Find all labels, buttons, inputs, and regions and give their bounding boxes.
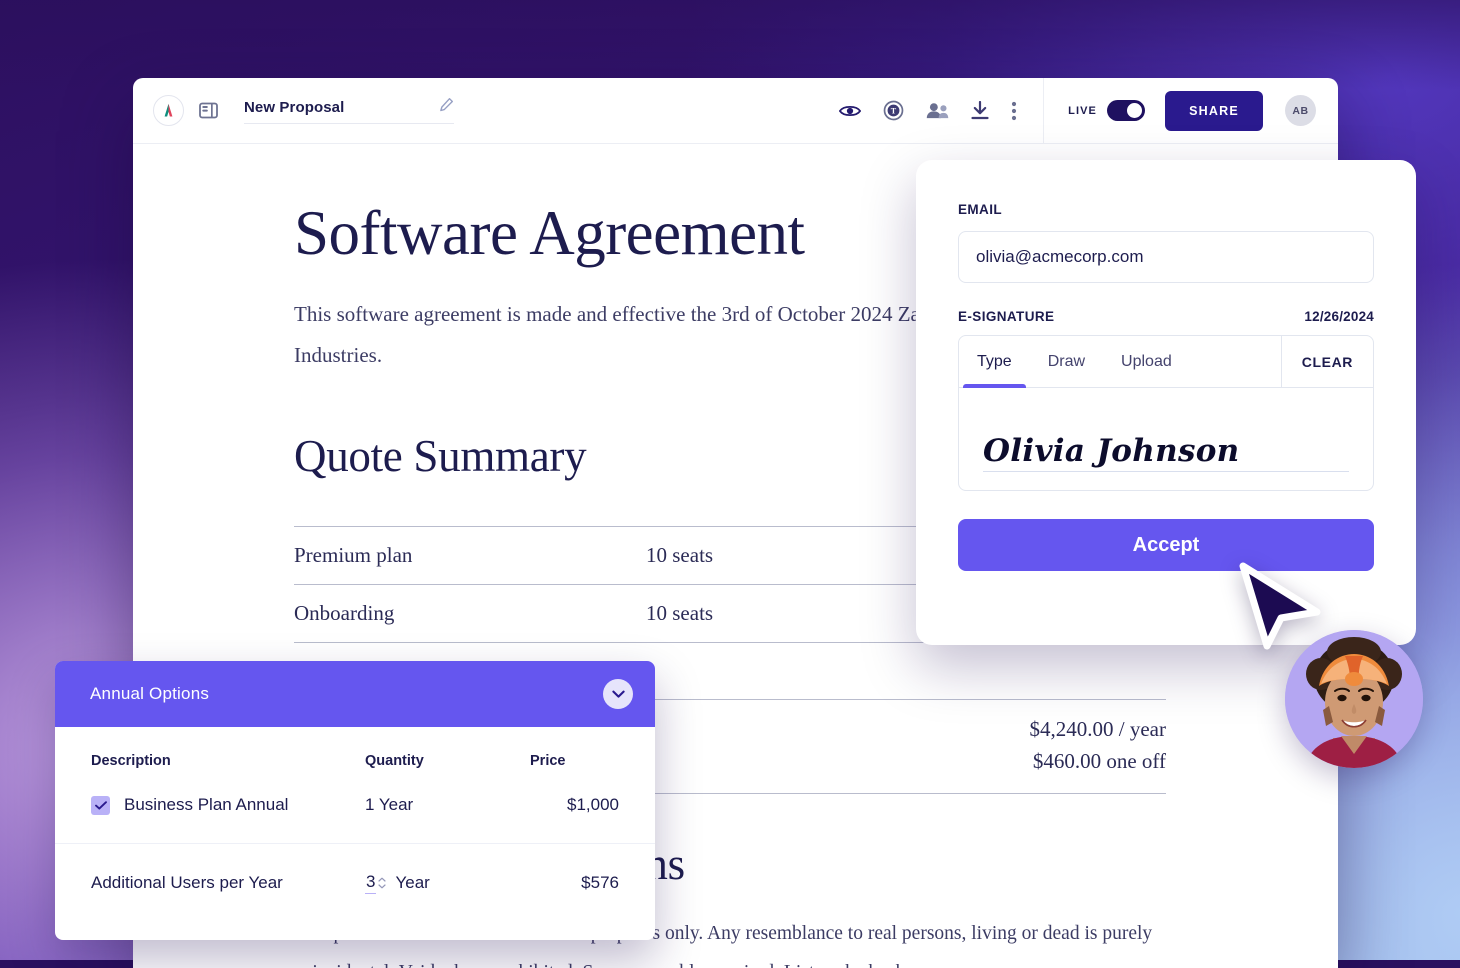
avatar[interactable]: AB [1285,95,1316,126]
annual-options-header: Annual Options [55,661,655,727]
signature-label: E-SIGNATURE [958,309,1055,324]
eye-glyph [839,105,862,116]
people-glyph [926,103,949,119]
signature-typed-value: Olivia Johnson [983,433,1349,472]
option-description-text: Additional Users per Year [55,843,365,940]
clear-button[interactable]: CLEAR [1280,336,1373,387]
quote-row-quantity [646,643,906,701]
annual-options-table: Description Quantity Price Business Plan… [55,727,655,940]
download-glyph [971,101,989,120]
chevron-down-glyph [611,690,625,698]
more-vertical-glyph [1012,101,1017,120]
svg-text:T: T [891,107,897,116]
toolbar-left: New Proposal [133,95,839,126]
annual-options-title: Annual Options [90,684,210,703]
pencil-icon[interactable] [439,97,454,117]
stepper-arrows-icon[interactable] [378,877,387,889]
tab-upload[interactable]: Upload [1103,336,1190,387]
avatar-container: AB [1263,95,1338,126]
option-price-cell: $1,000 [567,795,619,814]
share-button[interactable]: SHARE [1165,90,1263,131]
panel-toggle-button[interactable] [199,102,218,119]
option-description-cell: Business Plan Annual [55,779,365,844]
app-logo[interactable] [153,95,184,126]
text-circle-icon[interactable]: T [883,100,904,121]
quantity-stepper-value: 3 [365,872,377,894]
people-icon[interactable] [926,102,949,119]
document-title-field[interactable]: New Proposal [244,97,454,124]
mouse-cursor [1239,562,1321,650]
toolbar-right: T LIVE SHARE AB [839,78,1338,144]
quote-row-quantity: 10 seats [646,601,714,626]
email-label: EMAIL [958,202,1002,217]
download-icon[interactable] [971,101,989,120]
option-price-cell: $576 [530,843,655,940]
quote-row-description: Onboarding [294,601,395,626]
signature-header: E-SIGNATURE 12/26/2024 [958,309,1374,324]
chevron-up-icon [378,877,387,882]
pencil-glyph [440,97,454,112]
live-toggle[interactable] [1107,100,1145,121]
signature-tabs: Type Draw Upload CLEAR [959,336,1373,388]
live-label: LIVE [1068,104,1097,117]
column-header-description: Description [91,753,171,769]
background-top-band [0,0,1460,90]
signature-canvas[interactable]: Olivia Johnson [959,388,1373,490]
panel-toggle-icon [199,102,218,119]
annual-options-header-row: Description Quantity Price [55,727,655,779]
column-header-price: Price [530,753,566,769]
signature-date: 12/26/2024 [1304,309,1374,324]
option-quantity-cell: 3 Year [365,843,530,940]
option-checkbox[interactable] [91,795,110,815]
quantity-stepper[interactable]: 3 Year [365,872,430,894]
tab-type[interactable]: Type [959,336,1030,388]
table-row: Additional Users per Year 3 Year $576 [55,843,655,940]
quote-row-description: Premium plan [294,543,413,568]
quantity-stepper-unit: Year [395,873,430,892]
quote-row-quantity: 10 seats [646,543,714,568]
toolbar-icon-group: T [839,100,1043,121]
table-row: Business Plan Annual 1 Year $1,000 [55,779,655,844]
chevron-down-small-icon [378,884,387,889]
tab-draw[interactable]: Draw [1030,336,1103,387]
option-quantity-cell: 1 Year [365,795,414,814]
quote-row-price [906,643,1166,701]
signature-box: Type Draw Upload CLEAR Olivia Johnson [958,335,1374,491]
column-header-quantity: Quantity [365,753,424,769]
eye-icon[interactable] [839,103,862,119]
annual-options-popup: Annual Options Description Quantity Pric… [55,661,655,940]
check-icon [94,800,107,810]
logo-a-icon [164,103,173,117]
option-description-text: Business Plan Annual [124,795,289,814]
signature-panel: EMAIL E-SIGNATURE 12/26/2024 Type Draw U… [916,160,1416,645]
more-vertical-icon[interactable] [1011,101,1017,121]
chevron-down-icon[interactable] [603,679,633,709]
email-field[interactable] [958,231,1374,283]
live-toggle-group: LIVE [1044,100,1165,121]
text-circle-glyph: T [883,100,904,121]
toolbar: New Proposal T LIVE SHARE AB [133,78,1338,144]
document-title-text: New Proposal [244,98,345,116]
